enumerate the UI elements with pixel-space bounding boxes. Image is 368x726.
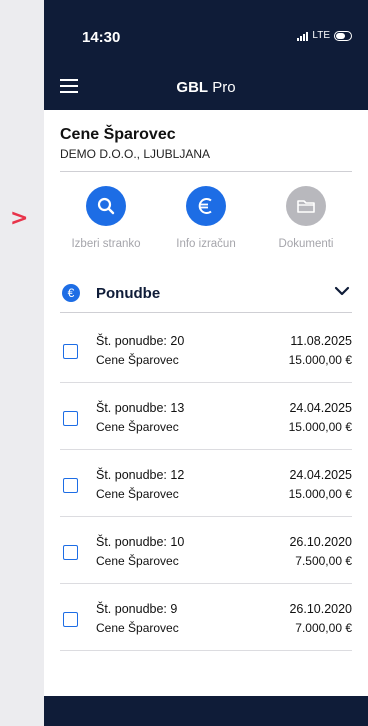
offer-number: Št. ponudbe: 9 xyxy=(96,602,178,616)
action-buttons: Izberi stranko Info izračun Dokumenti xyxy=(44,172,368,250)
offer-customer: Cene Šparovec xyxy=(96,353,179,367)
offer-date: 24.04.2025 xyxy=(289,401,352,415)
documents-label: Dokumenti xyxy=(278,238,334,250)
offer-checkbox[interactable] xyxy=(63,612,78,627)
offer-checkbox[interactable] xyxy=(63,545,78,560)
offer-date: 24.04.2025 xyxy=(289,468,352,482)
offer-amount: 15.000,00 € xyxy=(288,487,352,501)
select-client-button[interactable]: Izberi stranko xyxy=(64,186,148,250)
select-client-label: Izberi stranko xyxy=(71,238,141,250)
signal-icon xyxy=(297,31,309,41)
offer-number: Št. ponudbe: 10 xyxy=(96,535,185,549)
offer-date: 26.10.2020 xyxy=(289,602,352,616)
status-time: 14:30 xyxy=(82,29,121,46)
offer-amount: 15.000,00 € xyxy=(288,353,352,367)
app-header: GBL Pro xyxy=(44,65,368,110)
bottom-bar xyxy=(44,696,368,726)
offer-customer: Cene Šparovec xyxy=(96,621,179,635)
euro-small-icon: € xyxy=(62,284,80,302)
info-calculation-button[interactable]: Info izračun xyxy=(164,186,248,250)
info-calculation-label: Info izračun xyxy=(176,238,236,250)
battery-icon xyxy=(334,30,352,41)
offer-customer: Cene Šparovec xyxy=(96,554,179,568)
app-title: GBL Pro xyxy=(44,79,368,96)
offers-section-title: Ponudbe xyxy=(96,284,161,302)
offer-row[interactable]: Št. ponudbe: 12 Cene Šparovec 24.04.2025… xyxy=(60,461,352,517)
offer-checkbox[interactable] xyxy=(63,411,78,426)
status-bar: 14:30 LTE xyxy=(44,0,368,65)
client-company: DEMO D.O.O., LJUBLJANA xyxy=(60,147,211,161)
euro-icon[interactable] xyxy=(186,186,226,226)
offer-row[interactable]: Št. ponudbe: 20 Cene Šparovec 11.08.2025… xyxy=(60,327,352,383)
offers-list: Št. ponudbe: 20 Cene Šparovec 11.08.2025… xyxy=(60,327,352,651)
folder-icon[interactable] xyxy=(286,186,326,226)
offer-amount: 7.000,00 € xyxy=(295,621,352,635)
phone-screen: 14:30 LTE GBL Pro Cene Šparovec DEMO D.O… xyxy=(44,0,368,726)
search-icon[interactable] xyxy=(86,186,126,226)
offer-row[interactable]: Št. ponudbe: 10 Cene Šparovec 26.10.2020… xyxy=(60,528,352,584)
chevron-down-icon[interactable] xyxy=(334,286,350,296)
status-indicators: LTE xyxy=(297,30,352,41)
offer-number: Št. ponudbe: 12 xyxy=(96,468,185,482)
client-info: Cene Šparovec DEMO D.O.O., LJUBLJANA xyxy=(44,110,368,161)
offer-checkbox[interactable] xyxy=(63,478,78,493)
offer-amount: 7.500,00 € xyxy=(295,554,352,568)
offer-customer: Cene Šparovec xyxy=(96,420,179,434)
offer-number: Št. ponudbe: 20 xyxy=(96,334,185,348)
offer-amount: 15.000,00 € xyxy=(288,420,352,434)
offer-customer: Cene Šparovec xyxy=(96,487,179,501)
client-name: Cene Šparovec xyxy=(60,126,176,143)
offer-row[interactable]: Št. ponudbe: 9 Cene Šparovec 26.10.2020 … xyxy=(60,595,352,651)
offers-section-header[interactable]: € Ponudbe xyxy=(60,274,352,313)
offer-checkbox[interactable] xyxy=(63,344,78,359)
app-title-bold: GBL xyxy=(176,79,209,96)
app-title-rest: Pro xyxy=(208,79,236,96)
offer-date: 26.10.2020 xyxy=(289,535,352,549)
pointer-arrow-icon: > xyxy=(10,206,29,231)
documents-button[interactable]: Dokumenti xyxy=(264,186,348,250)
offer-number: Št. ponudbe: 13 xyxy=(96,401,185,415)
network-label: LTE xyxy=(312,30,330,41)
offer-row[interactable]: Št. ponudbe: 13 Cene Šparovec 24.04.2025… xyxy=(60,394,352,450)
offer-date: 11.08.2025 xyxy=(290,334,352,348)
